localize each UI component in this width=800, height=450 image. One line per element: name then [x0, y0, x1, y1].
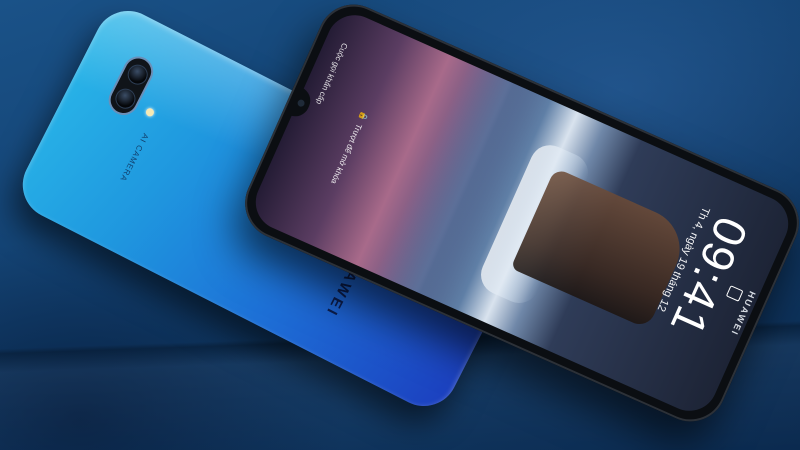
swipe-unlock-hint: 🔒 Trượt để mở khóa	[329, 110, 369, 186]
lock-icon: 🔒	[357, 109, 370, 123]
camera-shortcut-icon[interactable]	[725, 285, 744, 302]
emergency-call-text[interactable]: Cuộc gọi khẩn cấp	[314, 42, 349, 106]
swipe-hint-text: Trượt để mở khóa	[329, 122, 364, 186]
front-camera-icon	[296, 98, 306, 108]
